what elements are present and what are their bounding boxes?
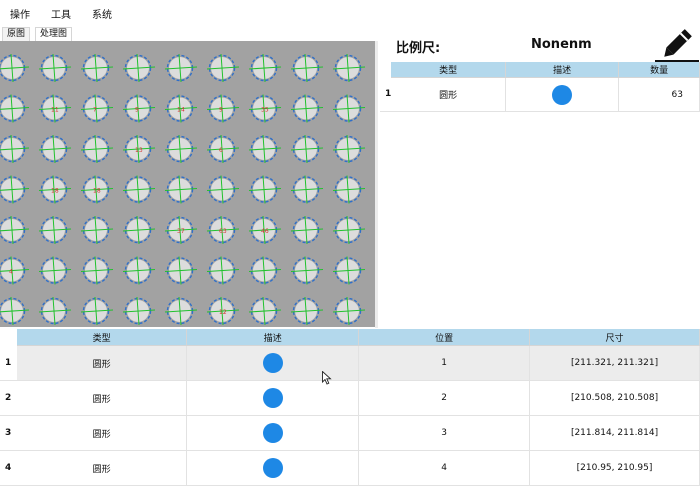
tab-original-image[interactable]: 原图 xyxy=(2,27,31,41)
scale-value: Nonenm xyxy=(531,37,592,52)
column-header-description[interactable]: 描述 xyxy=(186,329,360,346)
column-header-description[interactable]: 描述 xyxy=(505,62,620,78)
size-cell[interactable]: [211.814, 211.814] xyxy=(529,415,700,451)
column-header-type[interactable]: 类型 xyxy=(391,62,507,78)
particle-index-label: 18 xyxy=(51,188,59,195)
size-cell[interactable]: [210.508, 210.508] xyxy=(529,380,700,416)
table-row[interactable]: 3 圆形 3 [211.814, 211.814] xyxy=(0,415,700,451)
position-cell[interactable]: 4 xyxy=(358,450,531,486)
description-cell[interactable] xyxy=(186,415,360,451)
circle-shape-icon xyxy=(552,84,573,105)
particle-index-label: 7 xyxy=(93,107,97,114)
type-cell[interactable]: 圆形 xyxy=(16,345,188,381)
menu-bar: 操作 工具 系统 xyxy=(0,0,700,26)
particle-index-label: 46 xyxy=(261,228,269,235)
menu-tools[interactable]: 工具 xyxy=(51,6,71,21)
mouse-cursor-icon xyxy=(322,370,332,385)
position-cell[interactable]: 2 xyxy=(358,380,531,416)
type-cell[interactable]: 圆形 xyxy=(391,77,507,112)
position-cell[interactable]: 3 xyxy=(358,415,531,451)
vertical-splitter[interactable] xyxy=(375,41,378,328)
particle-index-label: 4 xyxy=(9,269,13,276)
menu-operation[interactable]: 操作 xyxy=(10,6,30,21)
table-row[interactable]: 1 圆形 63 xyxy=(380,77,700,112)
table-row[interactable]: 1 圆形 1 [211.321, 211.321] xyxy=(0,345,700,381)
row-header-corner xyxy=(0,329,17,346)
particle-index-label: 35 xyxy=(261,107,269,114)
size-cell[interactable]: [210.95, 210.95] xyxy=(529,450,700,486)
row-number: 2 xyxy=(0,380,17,416)
circle-shape-icon xyxy=(262,353,283,373)
count-cell[interactable]: 63 xyxy=(618,77,700,112)
detail-table: 类型 描述 位置 尺寸 1 圆形 1 [211.321, 211.321] 2 … xyxy=(0,329,700,486)
particle-index-label: 13 xyxy=(135,147,143,154)
table-row[interactable]: 2 圆形 2 [210.508, 210.508] xyxy=(0,380,700,416)
row-header-corner xyxy=(380,62,392,78)
particle-index-label: 9 xyxy=(135,107,139,114)
pencil-icon[interactable] xyxy=(655,25,699,63)
type-cell[interactable]: 圆形 xyxy=(16,450,188,486)
description-cell[interactable] xyxy=(186,345,360,381)
column-header-size[interactable]: 尺寸 xyxy=(529,329,700,346)
menu-system[interactable]: 系统 xyxy=(92,6,112,21)
summary-table: 类型 描述 数量 1 圆形 63 xyxy=(380,62,700,112)
tab-processed-image[interactable]: 处理图 xyxy=(35,27,73,41)
processed-image-view[interactable]: 11 7 9 14 9 35 13 6 18 18 37 63 46 4 12 xyxy=(0,41,375,327)
table-row[interactable]: 4 圆形 4 [210.95, 210.95] xyxy=(0,450,700,486)
size-cell[interactable]: [211.321, 211.321] xyxy=(529,345,700,381)
row-number: 3 xyxy=(0,415,17,451)
particle-index-label: 11 xyxy=(51,107,59,114)
particle-index-label: 9 xyxy=(219,107,223,114)
particle-index-label: 18 xyxy=(93,188,101,195)
particle-index-label: 37 xyxy=(177,228,185,235)
type-cell[interactable]: 圆形 xyxy=(16,380,188,416)
column-header-type[interactable]: 类型 xyxy=(16,329,188,346)
particle-index-label: 63 xyxy=(219,228,227,235)
row-number: 4 xyxy=(0,450,17,486)
position-cell[interactable]: 1 xyxy=(358,345,531,381)
scale-label: 比例尺: xyxy=(396,41,441,56)
type-cell[interactable]: 圆形 xyxy=(16,415,188,451)
description-cell[interactable] xyxy=(505,77,620,112)
particle-image: 11 7 9 14 9 35 13 6 18 18 37 63 46 4 12 xyxy=(0,41,375,327)
description-cell[interactable] xyxy=(186,450,360,486)
particle-index-label: 14 xyxy=(177,107,185,114)
circle-shape-icon xyxy=(262,388,283,408)
row-number: 1 xyxy=(0,345,17,381)
circle-shape-icon xyxy=(262,423,283,443)
column-header-count[interactable]: 数量 xyxy=(618,62,700,78)
column-header-position[interactable]: 位置 xyxy=(358,329,531,346)
circle-shape-icon xyxy=(262,458,283,478)
particle-index-label: 6 xyxy=(219,147,223,154)
particle-index-label: 12 xyxy=(219,309,227,316)
description-cell[interactable] xyxy=(186,380,360,416)
row-number: 1 xyxy=(380,77,392,112)
